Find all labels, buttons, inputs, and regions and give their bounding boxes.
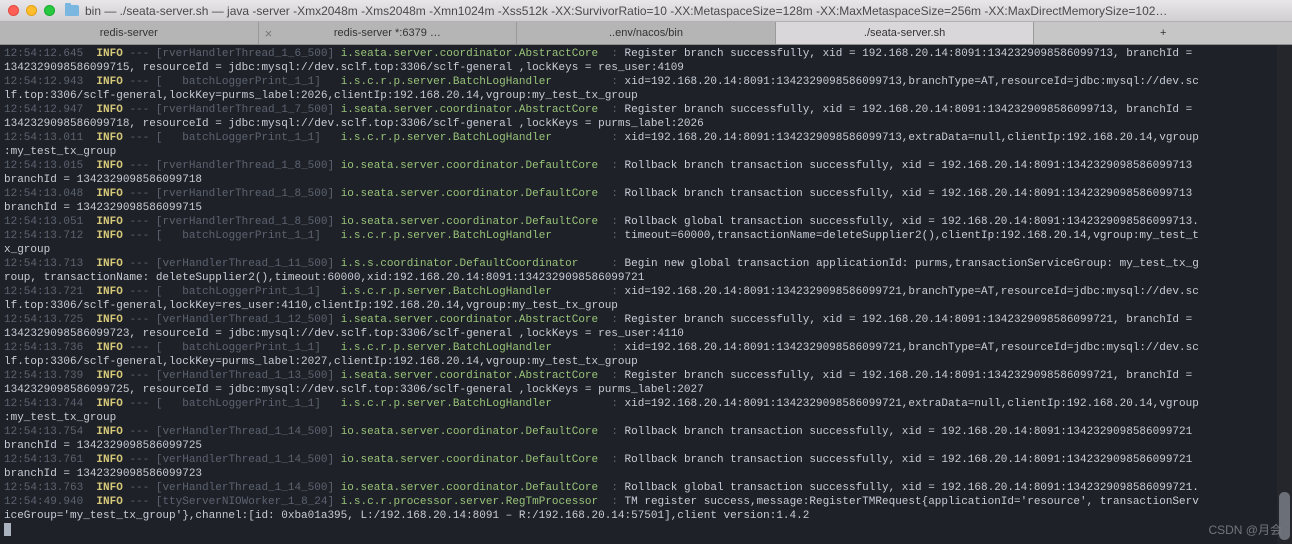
traffic-lights <box>8 5 55 16</box>
tab-label: ./seata-server.sh <box>864 27 945 39</box>
window-title: bin — ./seata-server.sh — java -server -… <box>85 4 1284 18</box>
new-tab-button[interactable]: + <box>1034 22 1292 44</box>
terminal-output[interactable]: 12:54:12.645 INFO --- [rverHandlerThread… <box>0 45 1292 543</box>
scrollbar-track[interactable] <box>1277 45 1292 544</box>
watermark-text: CSDN @月会 <box>1208 521 1282 538</box>
tab-label: redis-server <box>100 27 158 39</box>
tab-bar: redis-server × redis-server *:6379 … ..en… <box>0 22 1292 45</box>
tab-nacos-bin[interactable]: ..env/nacos/bin <box>517 22 776 44</box>
tab-label: redis-server *:6379 … <box>334 27 441 39</box>
tab-seata-server[interactable]: ./seata-server.sh <box>776 22 1035 44</box>
window-titlebar: bin — ./seata-server.sh — java -server -… <box>0 0 1292 22</box>
tab-redis-server[interactable]: redis-server <box>0 22 259 44</box>
zoom-icon[interactable] <box>44 5 55 16</box>
minimize-icon[interactable] <box>26 5 37 16</box>
tab-label: ..env/nacos/bin <box>609 27 683 39</box>
folder-icon <box>65 5 79 16</box>
tab-redis-server-6379[interactable]: × redis-server *:6379 … <box>259 22 518 44</box>
plus-icon: + <box>1160 27 1166 39</box>
close-icon[interactable] <box>8 5 19 16</box>
close-tab-icon[interactable]: × <box>265 26 273 41</box>
